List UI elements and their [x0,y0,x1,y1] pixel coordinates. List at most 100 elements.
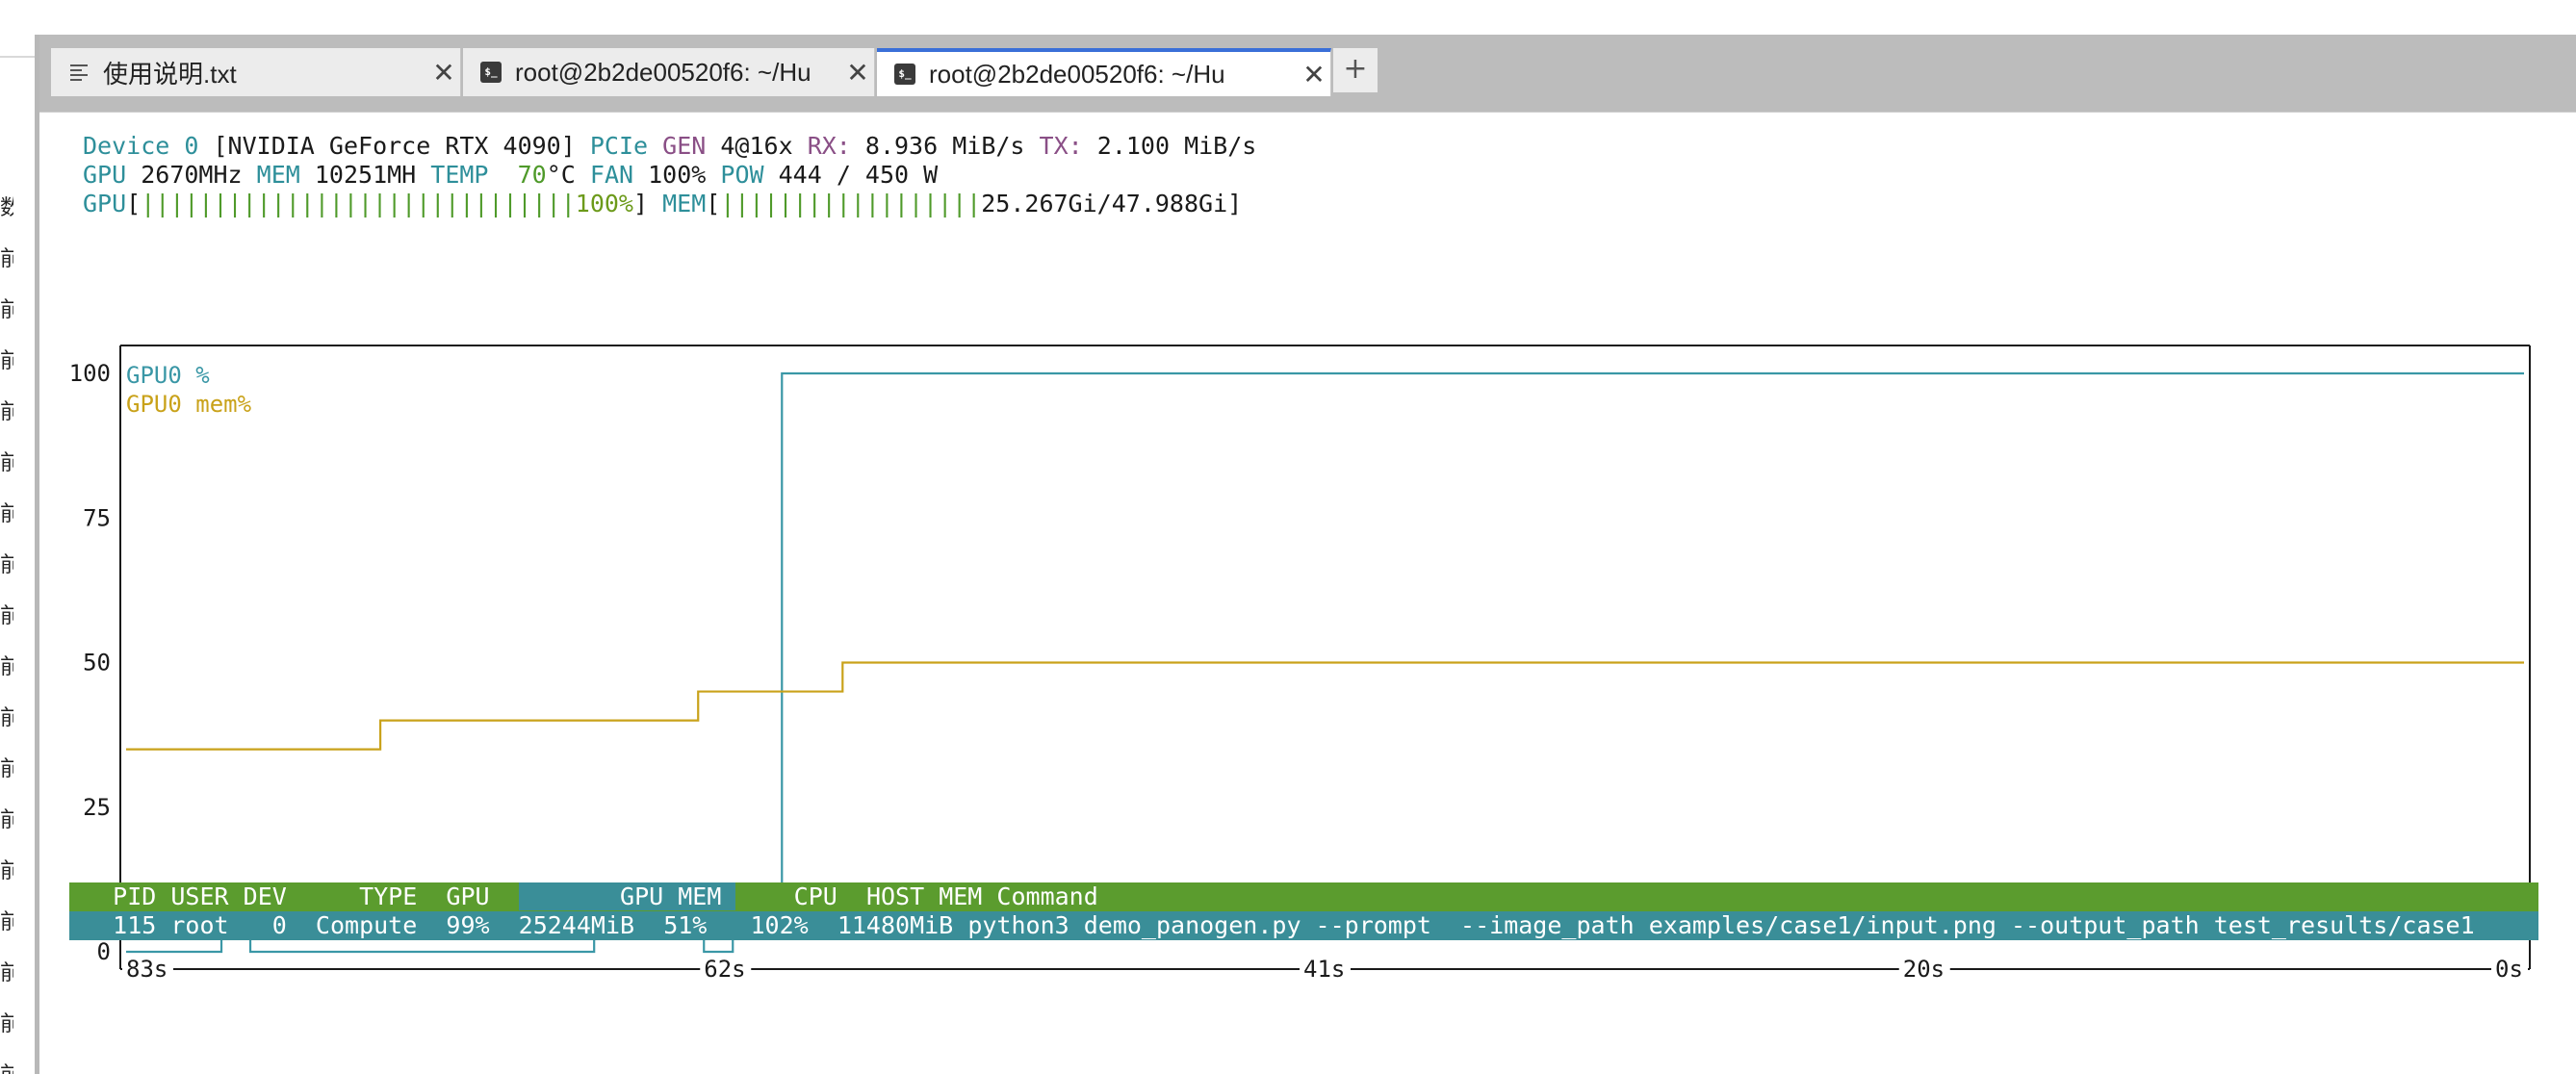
bars-line: GPU[||||||||||||||||||||||||||||||100%] … [83,190,1243,217]
close-icon[interactable]: ✕ [841,57,874,89]
tab-bar: 使用说明.txt ✕ $_ root@2b2de00520f6: ~/Hu ✕ … [39,35,2576,112]
sidebar-row-glyph: 数 [0,196,13,220]
temp-value: 70 [517,161,547,189]
gen-value: 4@16x [720,132,793,160]
tx-value: 2.100 MiB/s [1096,132,1257,160]
pow-label: POW [720,161,764,189]
fan-label: FAN [589,161,634,189]
col-host-mem: HOST MEM [865,882,983,910]
device-line: Device 0 [NVIDIA GeForce RTX 4090] PCIe … [83,132,1256,161]
gpu-clock-value: 2670MHz [141,161,243,189]
series-line [126,661,2524,751]
tab-terminal-2-active[interactable]: $_ root@2b2de00520f6: ~/Hu ✕ [877,48,1331,96]
sidebar-row-glyph: 前 [0,604,13,628]
tab-terminal-1[interactable]: $_ root@2b2de00520f6: ~/Hu ✕ [463,48,875,96]
row-host-mem: 11480MiB [837,911,954,939]
fan-value: 100% [648,161,707,189]
gen-label: GEN [662,132,707,160]
row-dev: 0 [271,911,287,939]
col-pid: PID [113,882,157,910]
col-type: TYPE [359,882,418,910]
row-gpu: 99% [446,911,490,939]
sidebar-row-glyph: 前 [0,808,13,832]
terminal-icon: $_ [480,62,502,83]
x-tick-label: 20s [1903,956,1945,983]
row-type: Compute [315,911,418,939]
tab-label: root@2b2de00520f6: ~/Hu [929,59,1225,89]
left-sidebar-panel: 数前前前前前前前前前前前前前前前前前 [0,0,35,1074]
sidebar-row-glyph: 前 [0,961,13,985]
close-icon[interactable]: ✕ [427,57,460,89]
device-label: Device [83,132,170,160]
stats-line: GPU 2670MHz MEM 10251MH TEMP 70°C FAN 10… [83,161,938,190]
process-row[interactable]: 115 root 0 Compute 99% 25244MiB 51% 102%… [69,911,2538,940]
sidebar-row-glyph: 前 [0,655,13,679]
gpu-usage-percent: 100% [575,190,633,217]
tx-label: TX: [1039,132,1083,160]
y-tick-label: 0 [97,938,111,965]
device-name: [NVIDIA GeForce RTX 4090] [213,132,576,160]
sidebar-row-glyph: 前 [0,502,13,526]
sidebar-row-glyph: 前 [0,706,13,730]
sidebar-row-glyph: 前 [0,910,13,934]
x-tick-label: 62s [704,956,745,983]
mem-bar-label: MEM [662,190,707,217]
y-tick-label: 50 [83,650,111,677]
mem-clock-label: MEM [256,161,300,189]
row-gpu-mem: 25244MiB [518,911,635,939]
sidebar-divider [0,56,35,58]
sidebar-row-glyph: 前 [0,451,13,475]
y-tick-label: 25 [83,794,111,821]
col-user: USER [170,882,229,910]
x-tick-label: 41s [1303,956,1345,983]
close-icon[interactable]: ✕ [1298,59,1330,90]
text-file-icon [68,62,90,83]
gpu-usage-bar: |||||||||||||||||||||||||||||| [141,190,576,217]
sidebar-row-glyph: 前 [0,400,13,424]
sidebar-row-glyph: 前 [0,247,13,271]
pow-value: 444 / 450 W [778,161,939,189]
sidebar-row-glyph: 前 [0,859,13,883]
tab-readme[interactable]: 使用说明.txt ✕ [51,48,461,96]
rx-label: RX: [807,132,851,160]
mem-usage-value: 25.267Gi/47.988Gi [981,190,1228,217]
new-tab-button[interactable]: + [1333,48,1378,92]
temp-label: TEMP [430,161,489,189]
x-tick-label: 0s [2495,956,2523,983]
col-command: Command [996,882,1098,910]
tab-label: 使用说明.txt [103,59,237,89]
window-top-area [35,0,2576,35]
terminal-icon: $_ [894,64,915,85]
sidebar-row-glyph: 前 [0,553,13,577]
col-cpu: CPU [793,882,837,910]
y-tick-label: 100 [69,360,111,387]
y-tick-label: 75 [83,504,111,531]
legend-entry: GPU0 mem% [126,391,252,418]
row-gpu-mem-pct: 51% [663,911,708,939]
gpu-clock-label: GPU [83,161,127,189]
row-user: root [170,911,229,939]
col-gpu: GPU [446,882,490,910]
sidebar-row-glyph: 前 [0,1058,13,1074]
sidebar-row-glyph: 前 [0,757,13,781]
legend-entry: GPU0 % [126,362,210,389]
temp-unit: °C [546,161,576,189]
pcie-label: PCIe [589,132,649,160]
sidebar-row-glyph: 前 [0,1012,13,1036]
col-gpu-mem: GPU MEM [518,882,736,910]
row-command: python3 demo_panogen.py --prompt --image… [967,911,2475,939]
sidebar-row-glyph: 前 [0,349,13,373]
terminal-pane[interactable]: Device 0 [NVIDIA GeForce RTX 4090] PCIe … [39,112,2576,1074]
row-cpu: 102% [750,911,809,939]
row-pid: 115 [113,911,157,939]
mem-clock-value: 10251MH [314,161,417,189]
mem-usage-bar: |||||||||||||||||| [720,190,982,217]
x-tick-label: 83s [126,956,167,983]
rx-value: 8.936 MiB/s [864,132,1025,160]
gpu-bar-label: GPU [83,190,127,217]
sidebar-row-glyph: 前 [0,298,13,322]
device-index: 0 [184,132,199,160]
tab-label: root@2b2de00520f6: ~/Hu [515,57,811,87]
process-table-header: PID USER DEV TYPE GPU GPU MEM CPU HOST M… [69,882,2538,911]
col-dev: DEV [243,882,287,910]
